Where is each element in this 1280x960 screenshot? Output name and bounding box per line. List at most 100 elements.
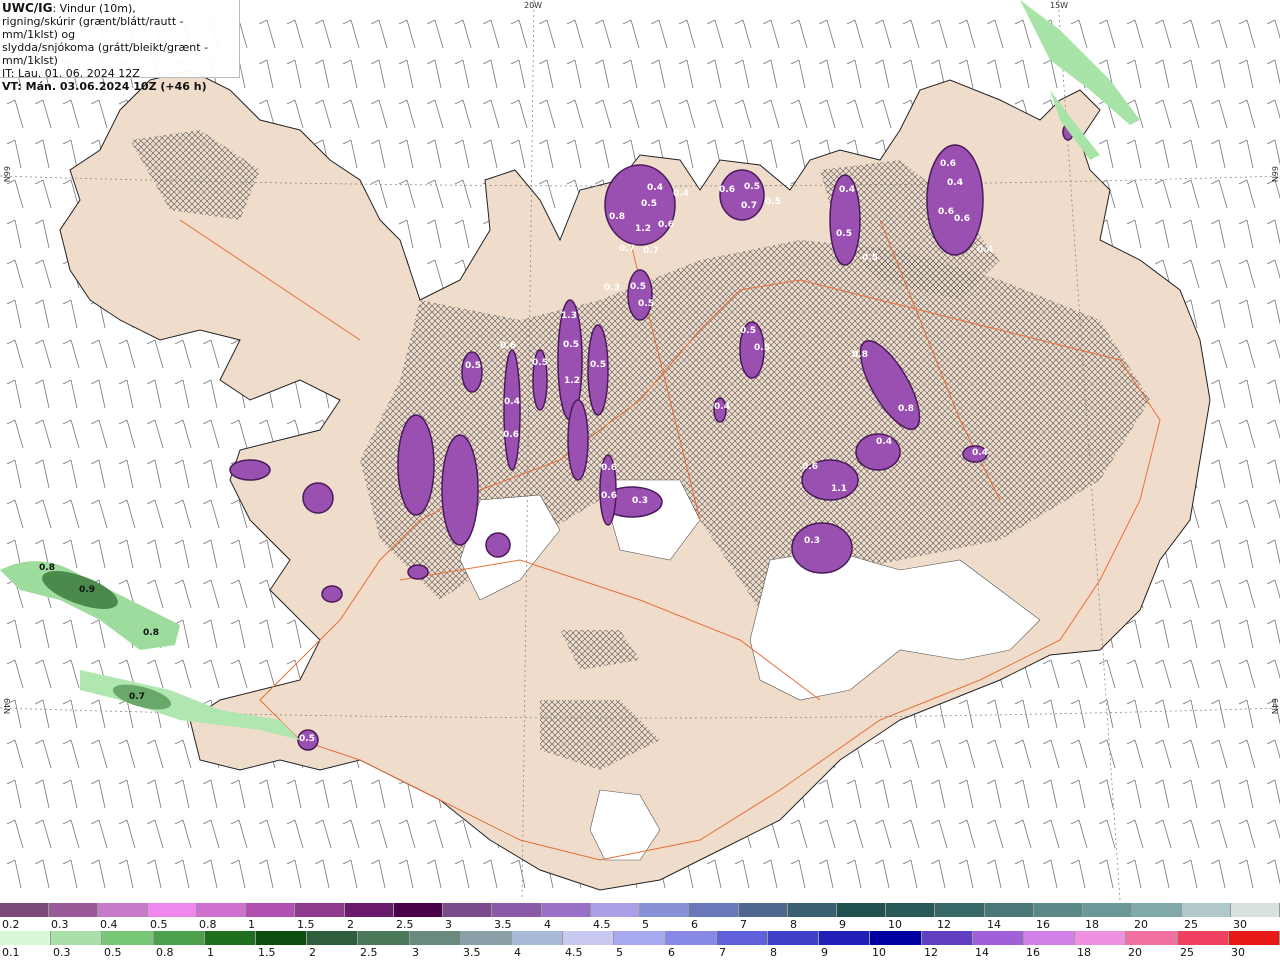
wind-barb	[174, 779, 190, 809]
wind-barb	[1238, 139, 1254, 169]
legend-swatch	[344, 903, 394, 917]
legend-label: 0.1	[2, 946, 20, 959]
wind-barb	[510, 19, 528, 49]
wind-barb	[1210, 779, 1226, 809]
legend-swatch	[689, 903, 739, 917]
legend-label: 0.8	[156, 946, 174, 959]
wind-barb	[286, 779, 302, 809]
weather-map: 0.40.50.40.81.2 0.60.7 0.70.50.60.7 0.50.60…	[0, 0, 1280, 900]
legend-swatch	[393, 903, 444, 917]
wind-barb	[1070, 859, 1086, 889]
wind-barb	[6, 659, 24, 689]
wind-barb	[90, 499, 108, 529]
snow-value-label: 0.6	[719, 185, 735, 195]
wind-barb	[706, 859, 722, 889]
wind-barb	[1210, 419, 1228, 449]
wind-barb	[90, 379, 106, 409]
legend-swatch	[492, 903, 542, 917]
wind-barb	[1182, 579, 1200, 609]
legend-swatch	[358, 931, 410, 945]
snow-value-label: 0.6	[954, 214, 970, 224]
legend-swatch	[640, 903, 690, 917]
wind-barb	[1014, 59, 1030, 89]
snow-value-label: 0.6	[658, 220, 674, 230]
wind-barb	[174, 499, 192, 529]
legend-swatch	[590, 903, 641, 917]
wind-barb	[202, 659, 220, 689]
wind-barb	[902, 739, 920, 769]
wind-barb	[874, 59, 890, 89]
wind-barb	[230, 859, 246, 889]
wind-barb	[1266, 19, 1280, 39]
snow-value-label: 0.4	[876, 437, 892, 447]
wind-barb	[90, 339, 108, 369]
snow-value-label: 0.6	[601, 491, 617, 501]
wind-barb	[1098, 139, 1114, 169]
legend-swatch	[768, 931, 820, 945]
snow-value-label: 0.3	[632, 496, 648, 506]
legend-label: 9	[839, 918, 846, 931]
wind-barb	[202, 339, 220, 369]
legend-label: 3	[412, 946, 419, 959]
wind-barb	[90, 419, 108, 449]
legend-label: 3.5	[463, 946, 481, 959]
legend-label: 4.5	[565, 946, 583, 959]
legend-label: 8	[770, 946, 777, 959]
snow-value-label: 0.3	[604, 283, 620, 293]
wind-barb	[342, 99, 360, 129]
wind-barb	[174, 459, 190, 489]
wind-barb	[678, 19, 696, 49]
wind-barb	[370, 139, 386, 169]
wind-barb	[34, 819, 52, 849]
wind-barb	[1182, 139, 1198, 169]
legend-label: 12	[937, 918, 951, 931]
snow-value-label: 0.4	[504, 397, 520, 407]
wind-barb	[1210, 819, 1228, 849]
legend-swatch	[49, 903, 99, 917]
wind-barb	[62, 699, 78, 729]
wind-barb	[762, 139, 778, 169]
legend-label: 3	[445, 918, 452, 931]
wind-barb	[958, 779, 974, 809]
wind-barb	[762, 99, 780, 129]
snow-value-label: 0.5	[465, 361, 481, 371]
wind-barb	[202, 819, 220, 849]
legend-swatch	[1126, 931, 1178, 945]
wind-barb	[958, 19, 976, 49]
snow-value-label: 1.2	[635, 224, 651, 234]
wind-barb	[6, 379, 22, 409]
wind-barb	[202, 619, 218, 649]
wind-barb	[6, 339, 24, 369]
wind-barb	[1210, 699, 1226, 729]
legend-label: 10	[872, 946, 886, 959]
legend-swatch	[295, 903, 345, 917]
legend-swatch	[870, 931, 922, 945]
wind-barb	[146, 659, 164, 689]
wind-barb	[454, 139, 470, 169]
snow-value-label: 0.4	[972, 448, 988, 458]
wind-barb	[426, 139, 442, 169]
wind-barb	[1266, 859, 1280, 886]
snow-value-label: 0.6	[503, 430, 519, 440]
snow-value-label: 0.6	[601, 463, 617, 473]
wind-barb	[1154, 219, 1170, 249]
wind-barb	[1238, 379, 1254, 409]
legend-label: 1.5	[297, 918, 315, 931]
wind-barb	[1182, 619, 1198, 649]
legend-swatch	[204, 931, 257, 945]
wind-barb	[874, 739, 892, 769]
legend-label: 14	[975, 946, 989, 959]
wind-barb	[286, 99, 304, 129]
wind-barb	[482, 19, 500, 49]
legend-label: 4.5	[593, 918, 611, 931]
snow-value-label: 0.4	[839, 185, 855, 195]
wind-barb	[1266, 99, 1280, 119]
wind-barb	[482, 59, 498, 89]
wind-barb	[1126, 779, 1142, 809]
snow-value-label: 0.3	[804, 536, 820, 546]
wind-barb	[790, 819, 808, 849]
wind-barb	[902, 859, 918, 889]
legend-swatch	[886, 903, 936, 917]
legend-swatch	[307, 931, 359, 945]
snow-value-label: 1.3	[561, 311, 577, 321]
